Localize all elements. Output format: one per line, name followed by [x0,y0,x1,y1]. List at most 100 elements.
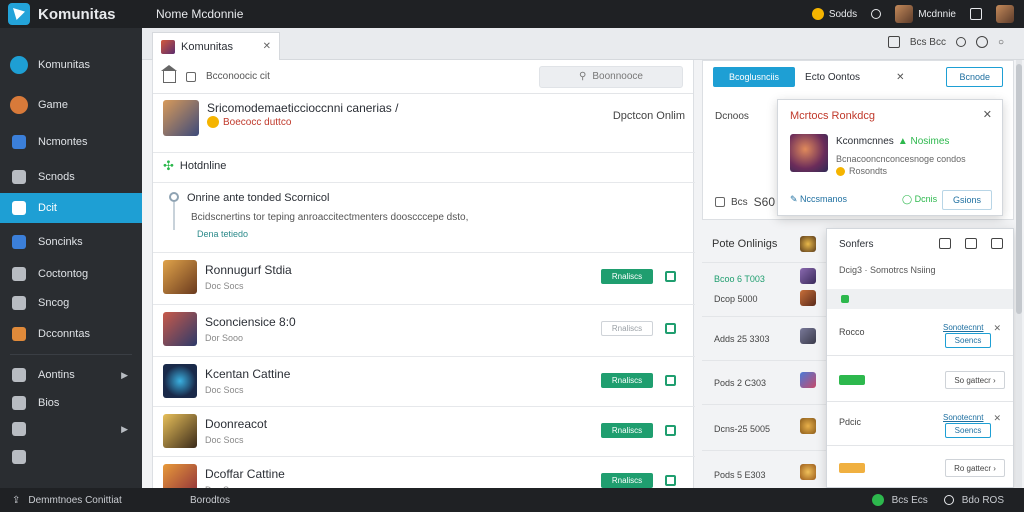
chat-icon[interactable] [665,271,676,282]
brand[interactable]: Komunitas [0,3,142,25]
sidebar-item-game[interactable]: Game [0,90,142,120]
chat-icon[interactable] [665,425,676,436]
notification-action[interactable]: So gattecr › [945,371,1005,389]
lock-icon[interactable] [955,37,966,47]
profile-popup: Mcrtocs Ronkdcg ✕ Kconmcnnes ▲ Nosimes Bc… [777,99,1003,216]
online-dot-icon [871,494,884,506]
popup-button[interactable]: Gsions [941,190,992,210]
user-menu[interactable]: Mcdnnie [895,5,956,23]
notification-action[interactable]: Ro gattecr › [945,459,1005,477]
tab-komunitas[interactable]: Komunitas ✕ [152,32,280,60]
action-button[interactable]: Rnaliscs [601,473,653,488]
list-item[interactable]: Ronnugurf Stdia Doc Socs Rnaliscs [153,252,695,300]
notification-link[interactable]: Sonotecnnt [943,413,983,422]
notification-button[interactable]: Soencs [945,423,991,438]
action-button[interactable]: Rnaliscs [601,269,653,284]
badge-icon [12,235,26,249]
grid-icon[interactable] [887,36,900,48]
image-icon[interactable] [991,238,1003,249]
popup-link[interactable]: ✎ Nccsmanos [790,194,847,205]
status-pill [839,375,865,385]
note-body: Bcidscnertins tor teping anroaccitectmen… [191,212,469,223]
sidebar-item-sncog[interactable]: Sncog [0,288,142,318]
list-item[interactable]: Bcoo 6 T003 [714,274,765,284]
sidebar-item-coctontog[interactable]: Coctontog [0,259,142,289]
secondary-button[interactable]: Bcnode [946,67,1003,87]
sidebar-item-ncmontes[interactable]: Ncmontes [0,127,142,157]
sidebar-item-soncinks[interactable]: Soncinks [0,227,142,257]
post-avatar[interactable] [163,100,199,136]
edit-icon[interactable] [970,8,982,20]
action-button[interactable]: Rnaliscs [601,321,653,336]
list-avatar [800,268,816,284]
scrollbar[interactable] [1016,60,1022,488]
list-item[interactable]: Adds 25 3303 [714,334,770,344]
sidebar: Komunitas Game Ncmontes Scnods Dcit Sonc… [0,28,142,488]
list-item[interactable]: Dcns-25 5005 [714,424,770,434]
sidebar-item-dcconntas[interactable]: Dcconntas [0,319,142,349]
close-icon[interactable]: ✕ [896,72,904,83]
popup-name: Kconmcnnes ▲ Nosimes [836,136,950,147]
chat-icon[interactable] [665,375,676,386]
notification-button[interactable]: Soencs [945,333,991,348]
sidebar-item-settings[interactable] [0,442,142,472]
list-item[interactable]: Doonreacot Doc Socs Rnaliscs [153,406,695,454]
status-text: ▲ Nosimes [897,136,950,147]
list-avatar [800,464,816,480]
chat-icon[interactable] [665,323,676,334]
more-icon[interactable]: ○ [998,37,1004,48]
sidebar-item-scnods[interactable]: Scnods [0,162,142,192]
coin-icon [836,166,845,176]
copy-icon[interactable] [965,238,977,249]
sidebar-item-aontins[interactable]: Aontins ▶ [0,360,142,390]
popup-sub: Rosondts [836,166,887,176]
circle-icon[interactable] [975,36,988,48]
coin-icon [207,116,219,128]
post-header: Sricomodemaeticcioccnni canerias / Boeco… [163,100,685,148]
list-avatar [800,290,816,306]
notification-label: Rocco [839,327,865,337]
sidebar-item-dcit[interactable]: Dcit [0,193,142,223]
close-icon[interactable]: ✕ [263,41,271,52]
close-icon[interactable]: ✕ [983,108,992,121]
filter-label: Ecto Oontos [805,71,861,83]
status-ring-icon[interactable] [871,9,882,19]
home-icon[interactable] [161,64,177,83]
list-item[interactable]: Sconciensice 8:0 Dor Sooo Rnaliscs [153,304,695,352]
monitor-icon [12,267,26,281]
status-pill [839,463,865,473]
popup-done[interactable]: ◯ Dcnis [902,194,937,205]
app-logo-icon [8,3,30,25]
pinned-note[interactable]: Onrine ante tonded Scornicol Bcidscnerti… [165,192,685,239]
wrench-icon [12,396,26,410]
window-icon[interactable] [939,238,951,249]
sidebar-item-link[interactable]: ▶ [0,414,142,444]
list-item[interactable]: Pods 5 E303 [714,470,766,480]
close-icon[interactable]: ✕ [993,413,1001,424]
scroll-thumb[interactable] [1016,64,1022,314]
status-bar: ⇪ Demmtnoes Conittiat Borodtos Bcs Ecs B… [0,488,1024,512]
coin-icon [811,8,824,20]
profile-avatar[interactable] [996,5,1014,23]
online-list-title: Pote Onlinigs [712,238,778,250]
upload-icon[interactable]: ⇪ [12,495,20,506]
notification-label: Pdcic [839,417,862,427]
status-text: Demmtnoes Conittiat [28,494,122,506]
action-button[interactable]: Rnaliscs [601,423,653,438]
close-icon[interactable]: ✕ [993,323,1001,334]
search-input[interactable]: ⚲ Boonnooce [539,65,683,88]
notification-link[interactable]: Sonotecnnt [943,323,983,332]
coins-indicator[interactable]: Sodds [811,8,857,20]
action-button[interactable]: Rnaliscs [601,373,653,388]
sidebar-item-komunitas[interactable]: Komunitas [0,50,142,80]
list-item[interactable]: Dcop 5000 [714,294,758,304]
notification-panel: Sonfers Dcig3 · Somotrcs Nsiing Rocco So… [826,228,1014,488]
divider [827,401,1013,402]
popup-avatar [790,134,828,172]
pencil-icon [12,135,26,149]
chat-icon[interactable] [665,475,676,486]
online-list: Pote Onlinigs Bcoo 6 T003 Dcop 5000 Adds… [702,226,828,488]
list-item[interactable]: Pods 2 C303 [714,378,766,388]
primary-button[interactable]: Bcoglusnciis [713,67,796,87]
list-item[interactable]: Kcentan Cattine Doc Socs Rnaliscs [153,356,695,404]
